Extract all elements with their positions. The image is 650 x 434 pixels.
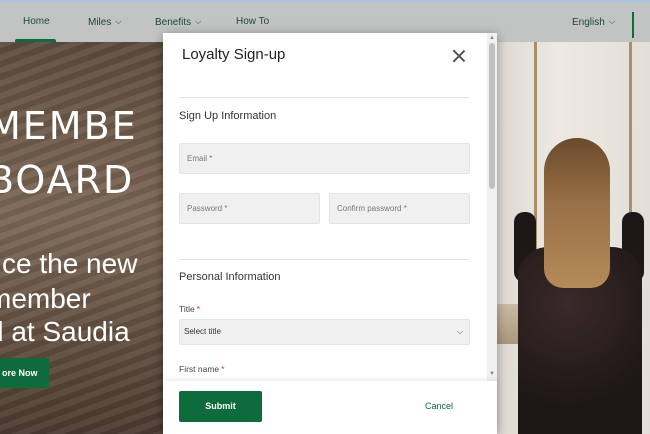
scroll-up-icon[interactable]: ▲ [489,35,495,41]
language-selector[interactable]: English ⌵ [572,2,615,42]
loyalty-signup-modal: Loyalty Sign-up Sign Up Information Emai… [163,33,497,434]
close-icon[interactable] [452,49,466,63]
required-mark: * [221,364,225,374]
confirm-password-field[interactable]: Confirm password * [329,193,470,224]
nav-benefits-label: Benefits [155,17,192,28]
password-placeholder: Password [187,204,223,213]
divider [179,259,470,260]
modal-header: Loyalty Sign-up [163,33,487,97]
cancel-button[interactable]: Cancel [407,391,471,422]
modal-scrollbar[interactable]: ▲ ▼ [487,33,497,381]
scroll-down-icon[interactable]: ▼ [489,371,495,377]
title-label: Title * [179,304,200,314]
first-name-label-text: First name [179,364,220,374]
title-select[interactable]: Select title ⌵ [179,319,470,345]
section-title-signup: Sign Up Information [179,110,277,122]
nav-home-label: Home [23,16,50,27]
confirm-password-placeholder: Confirm password [337,204,402,213]
required-mark: * [403,204,407,213]
required-mark: * [224,204,228,213]
explore-now-button[interactable]: ore Now [0,358,49,388]
nav-miles-label: Miles [88,17,112,28]
required-mark: * [209,154,213,163]
divider [179,97,470,98]
email-placeholder: Email [187,154,208,163]
email-field[interactable]: Email * [179,143,470,174]
chevron-down-icon: ⌵ [115,17,122,26]
nav-how-to-label: How To [236,16,270,27]
hero-photo [496,42,650,434]
title-select-value: Select title [184,327,221,336]
modal-title: Loyalty Sign-up [182,46,286,63]
submit-button[interactable]: Submit [179,391,262,422]
title-label-text: Title [179,304,195,314]
scrollbar-thumb[interactable] [489,43,495,189]
hero-subtitle-line-3: d at Saudia [0,316,130,347]
hero-subtitle-line-1: ce the new [2,248,138,279]
chevron-down-icon: ⌵ [456,327,463,336]
first-name-label: First name * [179,364,224,374]
required-mark: * [196,304,201,314]
section-title-personal: Personal Information [179,271,281,283]
language-label: English [572,17,605,28]
hero-headline-line-2: BOARD [0,158,135,202]
hero-subtitle-line-2: member [0,283,91,314]
chevron-down-icon: ⌵ [608,17,615,26]
nav-miles[interactable]: Miles ⌵ [88,2,121,42]
nav-divider [632,12,634,38]
nav-home[interactable]: Home [23,2,50,42]
person-hair [544,138,610,288]
modal-footer: Submit Cancel [163,381,497,434]
hero-headline-line-1: MEMBE [0,104,138,148]
password-field[interactable]: Password * [179,193,320,224]
